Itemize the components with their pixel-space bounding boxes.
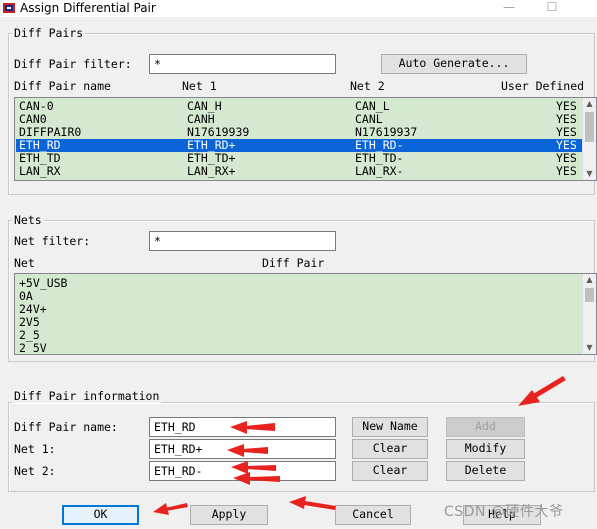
list-item[interactable]: CAN0 CANH CANL YES [16,113,583,126]
apply-button[interactable]: Apply [190,505,268,525]
ok-button[interactable]: OK [62,505,139,525]
annotation-arrow-icon [153,503,188,515]
net2-input[interactable]: ETH_RD- [149,461,336,481]
pair-user-defined: YES [556,164,577,178]
net-filter-input[interactable]: * [149,231,336,251]
list-item-selected[interactable]: ETH_RD ETH_RD+ ETH_RD- YES [16,139,583,152]
net-name: 2_5V [19,341,47,355]
cancel-button[interactable]: Cancel [335,505,411,525]
diff-pair-filter-label: Diff Pair filter: [14,57,132,71]
app-icon [3,3,15,13]
scroll-down-icon[interactable]: ▼ [583,168,596,180]
new-name-button[interactable]: New Name [352,417,428,437]
col-header-net2: Net 2 [350,79,385,93]
maximize-button[interactable]: ☐ [537,0,567,17]
add-button[interactable]: Add [446,417,525,437]
auto-generate-button[interactable]: Auto Generate... [381,54,527,74]
scroll-up-icon[interactable]: ▲ [583,274,596,286]
diff-pair-filter-input[interactable]: * [149,54,336,74]
diff-pairs-scrollbar[interactable]: ▲ ▼ [582,98,596,180]
scroll-thumb[interactable] [585,112,594,142]
col-header-user-defined: User Defined [501,79,585,93]
clear-net1-button[interactable]: Clear [352,439,428,459]
diff-pairs-group-title: Diff Pairs [12,26,86,40]
pair-net2: LAN_RX- [355,164,404,178]
col-header-net: Net [14,256,35,270]
list-item[interactable]: DIFFPAIR0 N17619939 N17619937 YES [16,126,583,139]
diff-pairs-list[interactable]: CAN-0 CAN_H CAN_L YES CAN0 CANH CANL YES… [14,97,597,181]
scroll-up-icon[interactable]: ▲ [583,98,596,110]
nets-group-title: Nets [12,213,44,227]
scroll-down-icon[interactable]: ▼ [583,342,596,354]
net1-label: Net 1: [14,442,56,456]
pair-net1: LAN_RX+ [187,164,236,178]
list-item[interactable]: CAN-0 CAN_H CAN_L YES [16,100,583,113]
list-item[interactable]: LAN_RX LAN_RX+ LAN_RX- YES [16,165,583,178]
nets-scrollbar[interactable]: ▲ ▼ [582,274,596,354]
annotation-arrow-icon [289,496,336,510]
scroll-thumb[interactable] [585,288,594,302]
modify-button[interactable]: Modify [446,439,525,459]
diff-pair-name-label: Diff Pair name: [14,420,118,434]
pair-name: LAN_RX [19,164,61,178]
diff-pair-name-input[interactable]: ETH_RD [149,417,336,437]
list-item[interactable]: ETH_TD ETH_TD+ ETH_TD- YES [16,152,583,165]
nets-list[interactable]: +5V_USB 0A 24V+ 2V5 2_5 2_5V ▲ ▼ [14,273,597,355]
net2-label: Net 2: [14,464,56,478]
col-header-diff-pair: Diff Pair [262,256,325,270]
delete-button[interactable]: Delete [446,461,525,481]
col-header-net1: Net 1 [182,79,217,93]
clear-net2-button[interactable]: Clear [352,461,428,481]
window-title: Assign Differential Pair [20,1,156,15]
net-filter-label: Net filter: [14,234,91,248]
diff-pair-info-group-title: Diff Pair information [12,389,162,403]
net1-input[interactable]: ETH_RD+ [149,439,336,459]
col-header-diff-pair-name: Diff Pair name [14,79,111,93]
watermark: CSDN @硬件大爷 [444,504,564,520]
minimize-button[interactable]: — [494,0,524,17]
